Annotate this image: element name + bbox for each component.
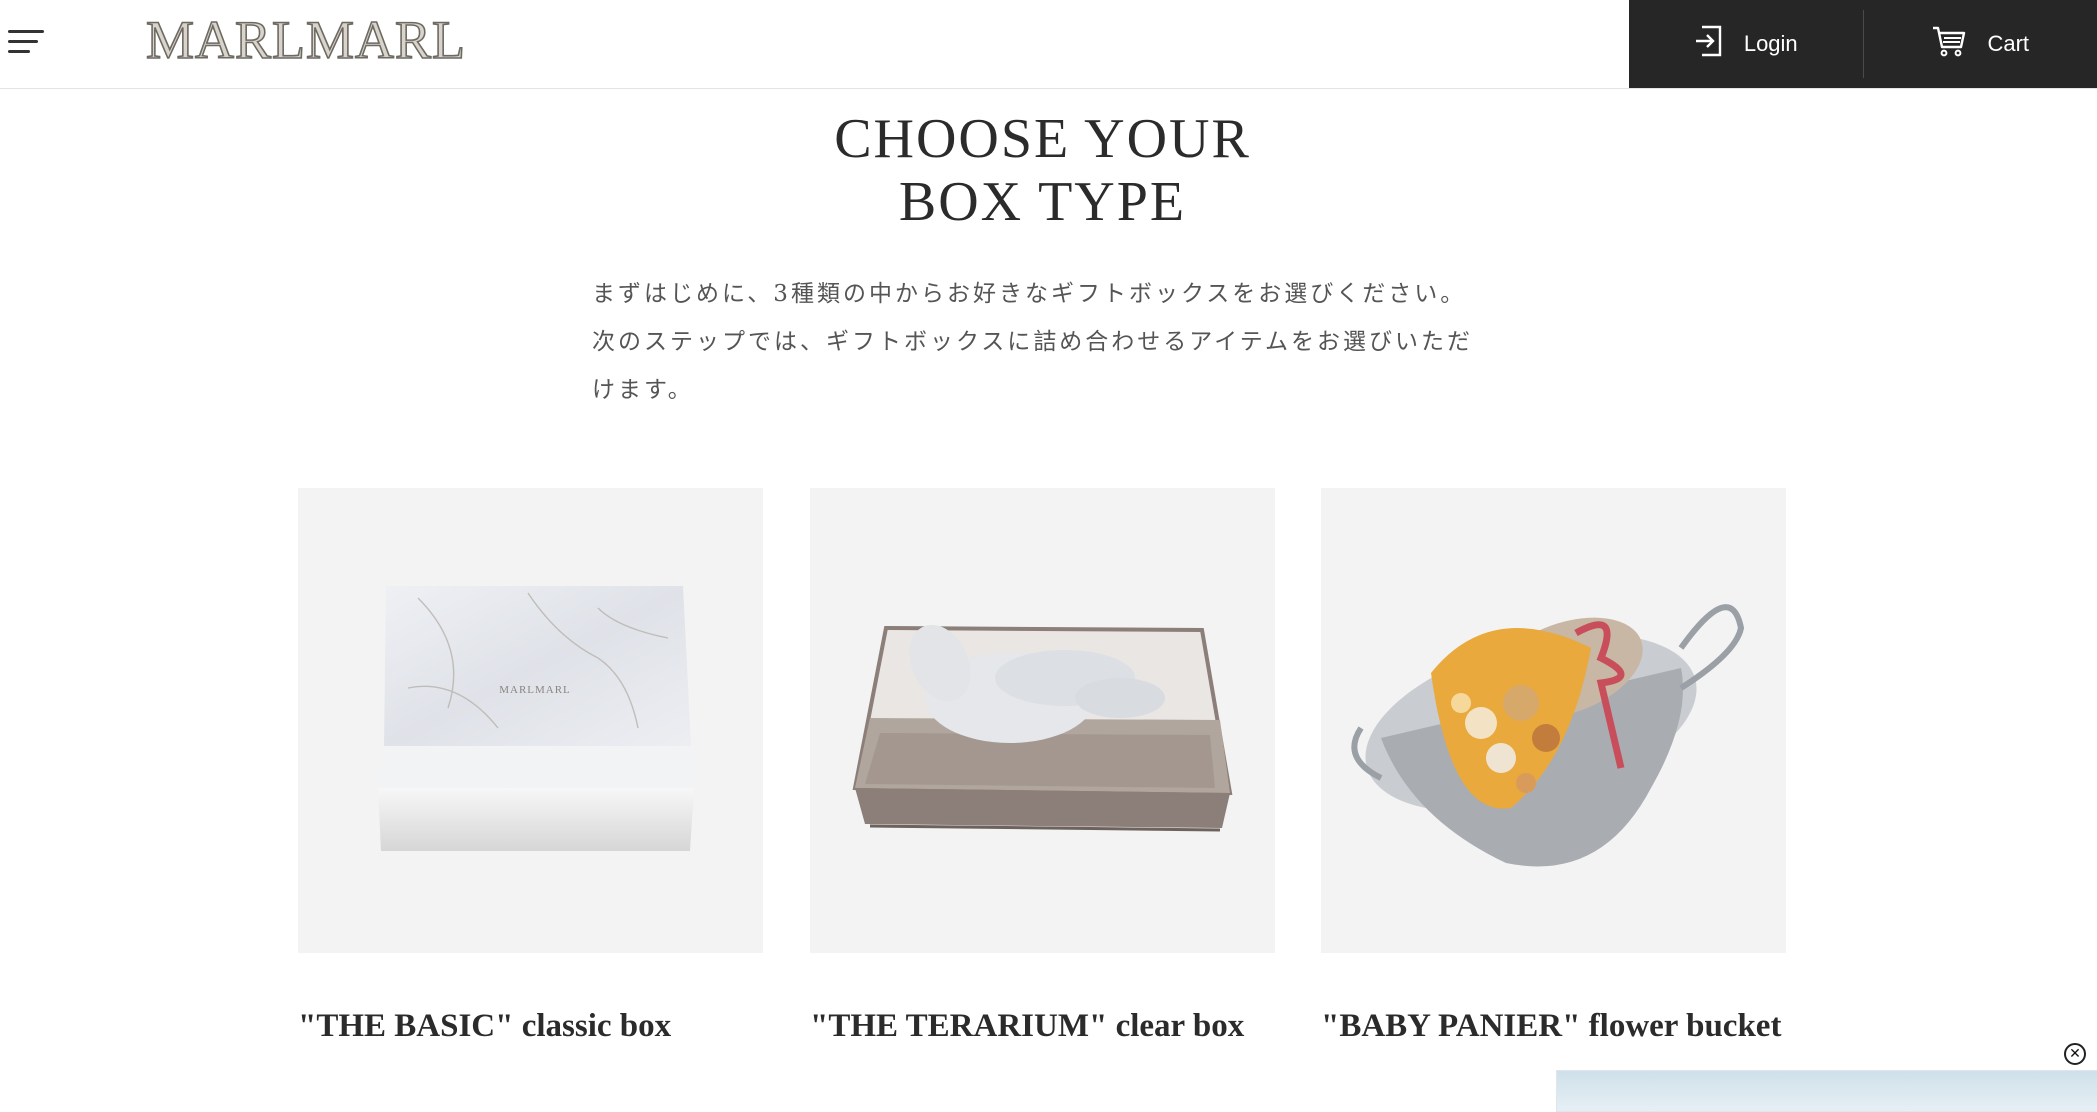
page-title-line-2: BOX TYPE (0, 171, 2085, 234)
login-label: Login (1744, 31, 1798, 57)
close-icon[interactable]: ✕ (2064, 1043, 2086, 1065)
baby-panier-title[interactable]: "BABY PANIER" flower bucket (1321, 1007, 1786, 1046)
page-title: CHOOSE YOUR BOX TYPE (0, 108, 2085, 234)
box-lid-logo: MARLMARL (499, 684, 571, 696)
cart-button[interactable]: Cart (1864, 0, 2097, 88)
header-actions: Login Cart (1629, 0, 2097, 88)
terarium-box-image[interactable] (810, 488, 1275, 953)
cart-icon (1931, 25, 1967, 63)
box-option-baby-panier[interactable]: "BABY PANIER" flower bucket (1321, 488, 1786, 1046)
terarium-box-title[interactable]: "THE TERARIUM" clear box (810, 1007, 1275, 1046)
login-icon (1694, 24, 1724, 64)
basic-box-image[interactable]: MARLMARL (298, 488, 763, 953)
login-button[interactable]: Login (1629, 0, 1863, 88)
site-logo[interactable]: MARLMARL (146, 10, 466, 70)
box-option-terarium[interactable]: "THE TERARIUM" clear box (810, 488, 1275, 1046)
promo-popup[interactable] (1556, 1070, 2097, 1112)
box-option-basic[interactable]: MARLMARL "THE BASIC" classic box (298, 488, 763, 1046)
cart-label: Cart (1987, 31, 2029, 57)
intro-description: まずはじめに、3種類の中からお好きなギフトボックスをお選びください。次のステップ… (592, 270, 1482, 414)
page-title-line-1: CHOOSE YOUR (0, 108, 2085, 171)
basic-box-title[interactable]: "THE BASIC" classic box (298, 1007, 763, 1046)
site-header: MARLMARL Login Cart (0, 0, 2097, 89)
hamburger-menu-icon[interactable] (8, 28, 46, 56)
baby-panier-image[interactable] (1321, 488, 1786, 953)
